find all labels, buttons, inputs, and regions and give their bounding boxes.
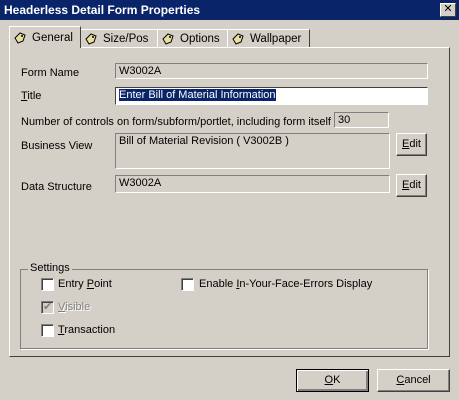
tab-label: General: [32, 32, 73, 44]
title-bar: Headerless Detail Form Properties ✕: [0, 0, 459, 20]
errors-display-checkbox[interactable]: [181, 278, 194, 291]
cancel-button[interactable]: Cancel: [377, 369, 450, 392]
tab-label: Options: [180, 33, 220, 45]
transaction-label: Transaction: [58, 324, 116, 336]
tab-general[interactable]: General: [9, 26, 81, 48]
ok-button[interactable]: OK: [296, 369, 369, 392]
tag-icon: [14, 32, 26, 44]
tab-size-pos[interactable]: Size/Pos: [80, 29, 158, 48]
controls-count-label: Number of controls on form/subform/portl…: [21, 116, 331, 128]
settings-legend: Settings: [28, 262, 72, 274]
data-structure-label: Data Structure: [21, 181, 92, 193]
transaction-checkbox[interactable]: [41, 324, 54, 337]
data-structure-field: W3002A: [115, 175, 390, 193]
controls-count-field: 30: [334, 112, 389, 128]
close-button[interactable]: ✕: [440, 3, 456, 17]
checkmark-icon: ✔: [43, 301, 53, 313]
close-icon: ✕: [443, 3, 453, 15]
errors-display-label: Enable In-Your-Face-Errors Display: [199, 278, 373, 290]
tag-icon: [232, 33, 244, 45]
tag-icon: [162, 33, 174, 45]
tab-options[interactable]: Options: [157, 29, 228, 48]
form-name-label: Form Name: [21, 67, 80, 79]
visible-label: Visible: [58, 301, 91, 313]
business-view-edit-button[interactable]: Edit: [396, 133, 427, 156]
title-input-text: Enter Bill of Material Information: [119, 89, 276, 101]
title-label: Title: [21, 90, 42, 102]
form-name-field: W3002A: [115, 63, 428, 79]
tab-wallpaper[interactable]: Wallpaper: [227, 29, 310, 48]
business-view-label: Business View: [21, 140, 93, 152]
entry-point-checkbox[interactable]: [41, 278, 54, 291]
entry-point-label: Entry Point: [58, 278, 112, 290]
visible-checkbox[interactable]: ✔: [41, 301, 54, 314]
tab-label: Size/Pos: [103, 33, 149, 45]
data-structure-edit-button[interactable]: Edit: [396, 174, 427, 197]
tab-label: Wallpaper: [250, 33, 302, 45]
tag-icon: [85, 33, 97, 45]
window-title: Headerless Detail Form Properties: [4, 3, 201, 17]
business-view-field: Bill of Material Revision ( V3002B ): [115, 133, 390, 169]
title-input[interactable]: Enter Bill of Material Information: [115, 87, 428, 105]
